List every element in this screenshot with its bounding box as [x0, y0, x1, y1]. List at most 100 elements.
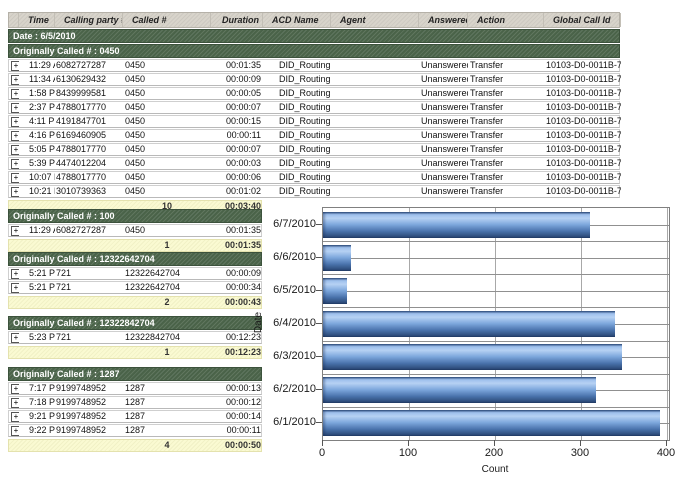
expand-row-button[interactable]: +: [11, 173, 19, 183]
cell-agent: [331, 60, 419, 71]
expand-row-button[interactable]: +: [11, 398, 19, 408]
expand-row-button[interactable]: +: [11, 384, 19, 394]
cell-global_id: 10103-D0-0011B-772: [544, 116, 621, 127]
cell-action: Transfer: [468, 158, 544, 169]
cell-agent: [331, 158, 419, 169]
value-axis-label: 0: [302, 447, 342, 459]
summary-call-count: 1: [123, 347, 211, 358]
expand-row-button[interactable]: +: [11, 412, 19, 422]
expand-row-button[interactable]: +: [11, 89, 19, 99]
cell-action: Transfer: [468, 116, 544, 127]
category-tick: [316, 323, 322, 324]
cell-acd: DID_Routing: [263, 172, 331, 183]
expand-row-button[interactable]: +: [11, 103, 19, 113]
cell-calling: 4191847701: [55, 116, 123, 127]
chart-slot-boundary: [323, 307, 669, 308]
category-label: 6/3/2010: [254, 350, 316, 362]
cell-time: 2:37 PM: [19, 102, 55, 113]
value-axis-tick: [408, 440, 409, 446]
chart-bar[interactable]: [323, 311, 615, 337]
chart-bar[interactable]: [323, 278, 347, 304]
cell-acd: DID_Routing: [263, 158, 331, 169]
cell-global_id: 10103-D0-0011B-770: [544, 88, 621, 99]
cell-action: Transfer: [468, 88, 544, 99]
column-header-gid: Global Call Id: [544, 13, 621, 27]
chart-slot-boundary: [323, 241, 669, 242]
cell-called: 12322842704: [123, 332, 211, 343]
cell-calling: 6082727287: [55, 60, 123, 71]
header-gutter: [9, 13, 19, 27]
chart-bar[interactable]: [323, 344, 622, 370]
expand-row-button[interactable]: +: [11, 333, 19, 343]
cell-called: 0450: [123, 158, 211, 169]
column-header-duration: Duration: [211, 13, 263, 27]
category-label: 6/2/2010: [254, 383, 316, 395]
cell-calling: 721: [55, 282, 123, 293]
cell-global_id: 10103-D0-0011B-773: [544, 130, 621, 141]
report-groups: Originally Called # : 0450+11:29 AM60827…: [8, 44, 620, 213]
chart-bar[interactable]: [323, 212, 590, 238]
cell-answered: Unanswered: [419, 60, 468, 71]
cell-calling: 9199748952: [55, 397, 123, 408]
value-axis-label: 200: [474, 447, 514, 459]
expand-row-button[interactable]: +: [11, 283, 19, 293]
table-row: +5:05 PM4788017770045000:00:07DID_Routin…: [8, 143, 620, 156]
chart-slot-boundary: [323, 407, 669, 408]
cell-duration: 00:12:23: [211, 332, 263, 343]
call-group: Originally Called # : 0450+11:29 AM60827…: [8, 44, 620, 213]
expand-row-button[interactable]: +: [11, 426, 19, 436]
expand-row-button[interactable]: +: [11, 131, 19, 141]
cell-duration: 00:01:35: [211, 225, 263, 236]
cell-calling: 9199748952: [55, 411, 123, 422]
value-axis-label: 300: [560, 447, 600, 459]
cell-time: 5:05 PM: [19, 144, 55, 155]
cell-answered: Unanswered: [419, 144, 468, 155]
cell-duration: 00:00:05: [211, 88, 263, 99]
expand-row-button[interactable]: +: [11, 159, 19, 169]
expand-row-button[interactable]: +: [11, 187, 19, 197]
cell-duration: 00:00:09: [211, 74, 263, 85]
table-row: +11:29 AM6082727287045000:01:35DID_Routi…: [8, 59, 620, 72]
row-gutter: +: [9, 225, 19, 236]
summary-spacer: [19, 440, 55, 451]
cell-time: 5:21 PM: [19, 282, 55, 293]
row-gutter: +: [9, 60, 19, 71]
expand-row-button[interactable]: +: [11, 226, 19, 236]
cell-calling: 6169460905: [55, 130, 123, 141]
table-row: +5:39 PM4474012204045000:00:03DID_Routin…: [8, 157, 620, 170]
group-band: Originally Called # : 12322642704: [8, 252, 262, 266]
expand-row-button[interactable]: +: [11, 269, 19, 279]
group-summary-row: 200:00:43: [8, 296, 262, 309]
cell-duration: 00:00:09: [211, 268, 263, 279]
chart-bar[interactable]: [323, 410, 660, 436]
cell-global_id: 10103-D0-0011B-76F: [544, 74, 621, 85]
expand-row-button[interactable]: +: [11, 117, 19, 127]
cell-calling: 6130629432: [55, 74, 123, 85]
row-gutter: +: [9, 383, 19, 394]
cell-time: 5:23 PM: [19, 332, 55, 343]
group-band: Originally Called # : 0450: [8, 44, 620, 58]
cell-called: 12322642704: [123, 282, 211, 293]
column-header-acd: ACD Name: [263, 13, 331, 27]
chart-gridline: [581, 208, 582, 440]
row-gutter: +: [9, 158, 19, 169]
cell-agent: [331, 102, 419, 113]
row-gutter: +: [9, 172, 19, 183]
expand-row-button[interactable]: +: [11, 145, 19, 155]
cell-duration: 00:00:34: [211, 282, 263, 293]
category-label: 6/5/2010: [254, 284, 316, 296]
expand-row-button[interactable]: +: [11, 75, 19, 85]
chart-bar[interactable]: [323, 245, 351, 271]
summary-spacer: [55, 240, 123, 251]
category-label: 6/1/2010: [254, 416, 316, 428]
cell-time: 4:11 PM: [19, 116, 55, 127]
cell-answered: Unanswered: [419, 172, 468, 183]
expand-row-button[interactable]: +: [11, 61, 19, 71]
cell-called: 0450: [123, 172, 211, 183]
summary-spacer: [55, 347, 123, 358]
call-group: Originally Called # : 100+11:29 AM608272…: [8, 209, 262, 252]
summary-gutter: [9, 240, 19, 251]
table-row: +11:29 AM6082727287045000:01:35: [8, 224, 262, 237]
chart-category-centerline: [323, 291, 669, 292]
chart-bar[interactable]: [323, 377, 596, 403]
